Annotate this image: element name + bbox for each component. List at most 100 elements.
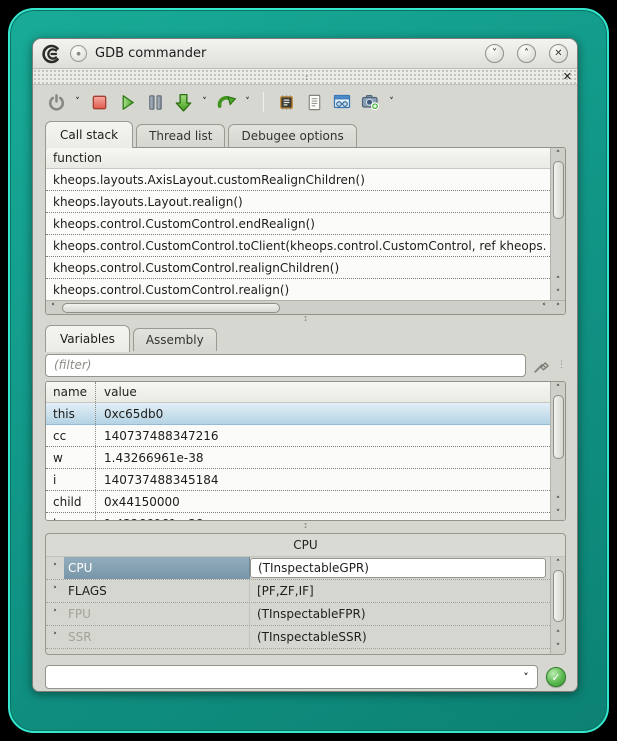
scroll-up-icon[interactable]: ˄ (551, 148, 565, 161)
document-list-icon (305, 93, 324, 112)
clear-filter-broom-icon[interactable] (532, 356, 551, 375)
scroll-up-icon[interactable]: ˄ (551, 628, 565, 641)
panel-splitter[interactable]: : (45, 315, 566, 324)
dock-content: Call stack Thread list Debugee options f… (33, 119, 577, 692)
run-button[interactable] (114, 89, 140, 115)
variables-panel: name value this 0xc65db0 cc 140737488347… (45, 381, 566, 521)
log-button[interactable] (301, 89, 327, 115)
variable-row[interactable]: this 0xc65db0 (46, 403, 550, 425)
callstack-row[interactable]: kheops.control.CustomControl.toClient(kh… (46, 235, 550, 257)
stop-button[interactable] (86, 89, 112, 115)
value-column-header[interactable]: value (96, 382, 550, 402)
filter-input[interactable] (45, 354, 526, 377)
scrollbar-thumb[interactable] (553, 570, 564, 622)
panel-splitter[interactable]: : (45, 521, 566, 531)
tab-debugee-options[interactable]: Debugee options (228, 124, 356, 147)
power-dropdown-button[interactable]: ˅ (71, 97, 84, 107)
scroll-up-icon[interactable]: ˄ (551, 382, 565, 395)
gdb-commander-window: ● GDB commander ˅ ˄ ✕ : ✕ ˅ (32, 38, 578, 692)
variable-row[interactable]: w 1.43266961e-38 (46, 447, 550, 469)
dock-close-button[interactable]: ✕ (563, 70, 572, 83)
cpu-register-row[interactable]: ˃ SSR (TInspectableSSR) (46, 626, 550, 649)
tab-thread-list[interactable]: Thread list (136, 124, 225, 147)
callstack-row[interactable]: kheops.control.CustomControl.realign() (46, 279, 550, 300)
variable-row[interactable]: cc 140737488347216 (46, 425, 550, 447)
callstack-vertical-scrollbar[interactable]: ˄ ˄ ˅ (550, 148, 565, 300)
power-button[interactable] (43, 89, 69, 115)
callstack-panel: function kheops.layouts.AxisLayout.custo… (45, 147, 566, 315)
scroll-left-icon[interactable]: ˂ (46, 303, 60, 313)
variable-row[interactable]: b 1.43266961e-38 (46, 513, 550, 520)
maximize-button[interactable]: ˄ (517, 44, 536, 63)
cpu-register-row[interactable]: ˃ CPU (TInspectableGPR) (46, 557, 550, 580)
cpu-register-row[interactable]: ˃ FLAGS [PF,ZF,IF] (46, 580, 550, 603)
variables-column-headers[interactable]: name value (46, 382, 550, 403)
cpu-inspector-button[interactable] (273, 89, 299, 115)
window-glasses-icon (332, 92, 352, 112)
step-into-button[interactable] (170, 89, 196, 115)
camera-add-icon (360, 92, 380, 112)
callstack-row[interactable]: kheops.layouts.AxisLayout.customRealignC… (46, 169, 550, 191)
cpu-chip-icon (277, 93, 296, 112)
callstack-row[interactable]: kheops.control.CustomControl.endRealign(… (46, 213, 550, 235)
scroll-down-icon[interactable]: ˅ (551, 507, 565, 520)
gdb-command-input[interactable] (46, 670, 515, 684)
name-column-header[interactable]: name (46, 382, 96, 402)
window-menu-button[interactable]: ● (70, 45, 87, 62)
scroll-up-icon[interactable]: ˄ (551, 274, 565, 287)
expander-icon[interactable]: ˃ (46, 580, 64, 602)
dock-grip-dots: : (305, 73, 308, 82)
cpu-groupbox-title: CPU (46, 534, 565, 556)
variables-filter-row: ⋮ (45, 351, 566, 381)
close-button[interactable]: ✕ (549, 44, 568, 63)
expander-icon[interactable]: ˃ (46, 603, 64, 625)
scrollbar-thumb[interactable] (62, 303, 280, 313)
tab-call-stack[interactable]: Call stack (45, 121, 133, 148)
tab-variables[interactable]: Variables (45, 325, 130, 352)
scroll-right-icon[interactable]: ˃ (551, 303, 565, 313)
expander-icon[interactable]: ˃ (46, 557, 64, 579)
expander-icon[interactable]: ˃ (46, 626, 64, 648)
step-over-arrow-icon (216, 92, 237, 113)
variable-row[interactable]: i 140737488345184 (46, 469, 550, 491)
step-over-button[interactable] (213, 89, 239, 115)
register-value-field[interactable]: (TInspectableGPR) (250, 558, 546, 578)
scrollbar-thumb[interactable] (553, 395, 564, 459)
combo-dropdown-icon[interactable]: ˅ (515, 671, 537, 684)
dropdown-icon: ˅ (75, 97, 80, 107)
power-icon (47, 93, 66, 112)
dropdown-icon: ˅ (389, 97, 394, 107)
titlebar[interactable]: ● GDB commander ˅ ˄ ✕ (33, 39, 577, 69)
scroll-down-icon[interactable]: ˅ (551, 641, 565, 654)
callstack-row[interactable]: kheops.layouts.Layout.realign() (46, 191, 550, 213)
tab-assembly[interactable]: Assembly (133, 328, 217, 351)
gdb-command-combobox[interactable]: ˅ (45, 665, 538, 689)
watch-button[interactable] (329, 89, 355, 115)
callstack-row[interactable]: kheops.control.CustomControl.realignChil… (46, 257, 550, 279)
variables-vertical-scrollbar[interactable]: ˄ ˄ ˅ (550, 382, 565, 520)
pause-button[interactable] (142, 89, 168, 115)
window-title: GDB commander (95, 46, 206, 61)
dropdown-icon: ˅ (245, 97, 250, 107)
dock-drag-handle[interactable]: : ✕ (33, 69, 577, 85)
variable-row[interactable]: child 0x44150000 (46, 491, 550, 513)
shade-button[interactable]: ˅ (485, 44, 504, 63)
step-into-arrow-icon (173, 92, 194, 113)
stop-icon (90, 93, 109, 112)
step-into-dropdown-button[interactable]: ˅ (198, 97, 211, 107)
step-over-dropdown-button[interactable]: ˅ (241, 97, 254, 107)
scroll-left-icon[interactable]: ˂ (537, 303, 551, 313)
send-command-button[interactable]: ✓ (546, 667, 566, 687)
callstack-column-header[interactable]: function (46, 148, 550, 169)
scroll-up-icon[interactable]: ˄ (551, 557, 565, 570)
scroll-up-icon[interactable]: ˄ (551, 494, 565, 507)
cpu-vertical-scrollbar[interactable]: ˄ ˄ ˅ (550, 557, 565, 654)
scrollbar-thumb[interactable] (553, 161, 564, 219)
callstack-tabbar: Call stack Thread list Debugee options (45, 120, 566, 147)
snapshot-dropdown-button[interactable]: ˅ (385, 97, 398, 107)
scroll-down-icon[interactable]: ˅ (551, 287, 565, 300)
grip-dots: : (304, 522, 308, 531)
callstack-horizontal-scrollbar[interactable]: ˂ ˂ ˃ (46, 300, 565, 314)
cpu-register-row[interactable]: ˃ FPU (TInspectableFPR) (46, 603, 550, 626)
snapshot-button[interactable] (357, 89, 383, 115)
